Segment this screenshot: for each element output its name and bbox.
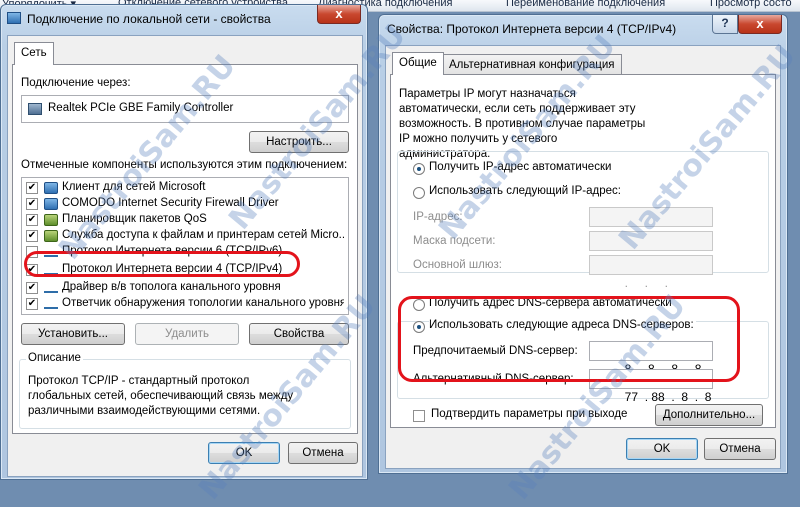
component-label: COMODO Internet Security Firewall Driver bbox=[62, 197, 279, 209]
component-label: Ответчик обнаружения топологии канальног… bbox=[62, 297, 344, 309]
ip-auto-radio[interactable] bbox=[413, 163, 425, 175]
components-list: ✔ Клиент для сетей Microsoft ✔ COMODO In… bbox=[21, 177, 349, 315]
properties-button[interactable]: Свойства bbox=[249, 323, 349, 345]
component-checkbox[interactable]: ✔ bbox=[26, 298, 38, 310]
component-checkbox[interactable]: ✔ bbox=[26, 214, 38, 226]
rename-connection-command[interactable]: Переименование подключения bbox=[506, 0, 665, 9]
network-adapter-icon bbox=[28, 103, 42, 115]
left-window-title: Подключение по локальной сети - свойства bbox=[27, 12, 271, 26]
ip-auto-label[interactable]: Получить IP-адрес автоматически bbox=[429, 161, 611, 173]
component-checkbox[interactable]: ✔ bbox=[26, 230, 38, 242]
adapter-name: Realtek PCIe GBE Family Controller bbox=[48, 102, 234, 114]
adapter-box: Realtek PCIe GBE Family Controller bbox=[21, 95, 349, 123]
connect-via-label: Подключение через: bbox=[21, 77, 131, 89]
default-gateway-input[interactable]: . . . bbox=[589, 255, 713, 290]
network-tab-panel: Подключение через: Realtek PCIe GBE Fami… bbox=[12, 64, 358, 434]
service-icon bbox=[44, 214, 58, 226]
right-ok-button[interactable]: OK bbox=[626, 438, 698, 460]
advanced-button[interactable]: Дополнительно... bbox=[655, 404, 763, 426]
component-label: Клиент для сетей Microsoft bbox=[62, 181, 206, 193]
validate-settings-label[interactable]: Подтвердить параметры при выходе bbox=[431, 408, 627, 420]
description-group: Описание Протокол TCP/IP - стандартный п… bbox=[19, 352, 351, 429]
left-cancel-button[interactable]: Отмена bbox=[288, 442, 358, 464]
ip-address-input[interactable]: . . . bbox=[589, 207, 713, 242]
component-label: Планировщик пакетов QoS bbox=[62, 213, 207, 225]
ipv4-properties-window: Свойства: Протокол Интернета версии 4 (T… bbox=[378, 14, 788, 474]
list-item[interactable]: ✔ Планировщик пакетов QoS bbox=[24, 212, 344, 228]
subnet-mask-label: Маска подсети: bbox=[413, 235, 496, 247]
configure-button[interactable]: Настроить... bbox=[249, 131, 349, 153]
component-checkbox[interactable]: ✔ bbox=[26, 182, 38, 194]
components-label: Отмеченные компоненты используются этим … bbox=[21, 159, 348, 171]
component-label: Служба доступа к файлам и принтерам сете… bbox=[62, 229, 344, 241]
left-ok-button[interactable]: OK bbox=[208, 442, 280, 464]
list-item[interactable]: ✔ COMODO Internet Security Firewall Driv… bbox=[24, 196, 344, 212]
protocol-icon bbox=[44, 286, 58, 293]
right-dialog-body: Общие Альтернативная конфигурация Параме… bbox=[385, 45, 781, 469]
close-icon: x bbox=[756, 16, 764, 31]
component-label: Драйвер в/в тополога канального уровня bbox=[62, 281, 281, 293]
close-icon: x bbox=[335, 6, 343, 21]
validate-settings-checkbox[interactable] bbox=[413, 410, 425, 422]
ip-manual-label[interactable]: Использовать следующий IP-адрес: bbox=[429, 185, 623, 197]
install-button[interactable]: Установить... bbox=[21, 323, 125, 345]
tab-network[interactable]: Сеть bbox=[14, 42, 54, 65]
view-status-command[interactable]: Просмотр состо bbox=[710, 0, 792, 9]
list-item[interactable]: ✔ Клиент для сетей Microsoft bbox=[24, 180, 344, 196]
default-gateway-label: Основной шлюз: bbox=[413, 259, 502, 271]
right-window-title: Свойства: Протокол Интернета версии 4 (T… bbox=[387, 22, 677, 36]
list-item[interactable]: ✔ Ответчик обнаружения топологии канальн… bbox=[24, 296, 344, 312]
ipv4-highlight bbox=[24, 251, 300, 277]
list-item[interactable]: ✔ Драйвер в/в тополога канального уровня bbox=[24, 280, 344, 296]
dns-highlight bbox=[398, 296, 740, 382]
description-text: Протокол TCP/IP - стандартный протокол г… bbox=[28, 375, 294, 417]
help-icon: ? bbox=[721, 16, 729, 30]
help-button[interactable]: ? bbox=[712, 15, 738, 34]
list-item[interactable]: ✔ Служба доступа к файлам и принтерам се… bbox=[24, 228, 344, 244]
tab-general[interactable]: Общие bbox=[392, 52, 444, 75]
right-cancel-button[interactable]: Отмена bbox=[704, 438, 776, 460]
network-window-icon bbox=[7, 12, 21, 24]
local-connection-properties-window: Подключение по локальной сети - свойства… bbox=[0, 4, 368, 480]
network-client-icon bbox=[44, 182, 58, 194]
tab-alternate-configuration[interactable]: Альтернативная конфигурация bbox=[442, 54, 622, 75]
left-close-button[interactable]: x bbox=[317, 5, 361, 24]
driver-icon bbox=[44, 198, 58, 210]
ip-address-label: IP-адрес: bbox=[413, 211, 463, 223]
ip-manual-radio[interactable] bbox=[413, 187, 425, 199]
description-label: Описание bbox=[26, 352, 83, 364]
service-icon bbox=[44, 230, 58, 242]
component-checkbox[interactable]: ✔ bbox=[26, 198, 38, 210]
remove-button[interactable]: Удалить bbox=[135, 323, 239, 345]
right-close-button[interactable]: x bbox=[738, 15, 782, 34]
subnet-mask-input[interactable]: . . . bbox=[589, 231, 713, 266]
component-checkbox[interactable]: ✔ bbox=[26, 282, 38, 294]
protocol-icon bbox=[44, 302, 58, 309]
